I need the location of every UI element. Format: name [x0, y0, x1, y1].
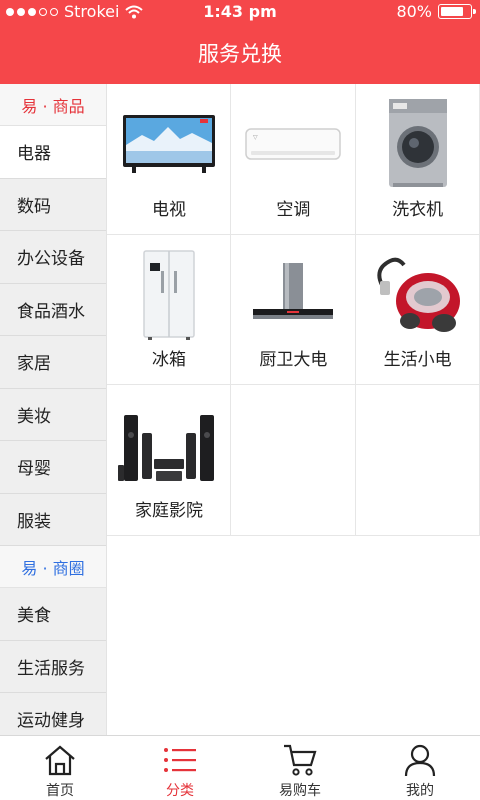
category-sidebar: 易 · 商品 电器 数码 办公设备 食品酒水 家居 美妆 母婴 服装易 · 商圈 美食 生活服务 运动…: [0, 84, 107, 746]
tab-label: 首页: [46, 783, 74, 799]
tab-user[interactable]: 我的: [360, 736, 480, 800]
user-icon: [403, 742, 437, 778]
tab-category-list[interactable]: 分类: [120, 736, 240, 800]
sidebar-item[interactable]: 美食: [0, 588, 106, 641]
empty-cell: [231, 385, 356, 537]
sidebar-item[interactable]: 数码: [0, 179, 106, 231]
home-icon: [43, 742, 77, 778]
product-label: 厨卫大电: [259, 350, 328, 371]
washing-machine-icon: [356, 94, 480, 194]
product-label: 冰箱: [152, 350, 186, 371]
tab-label: 分类: [166, 783, 194, 799]
category-list-icon: [163, 742, 197, 778]
product-cell[interactable]: 洗衣机: [355, 84, 480, 235]
product-label: 洗衣机: [392, 199, 444, 220]
status-bar: Strokei 1:43 pm 80%: [0, 0, 480, 24]
product-label: 家庭影院: [135, 501, 203, 522]
range-hood-icon: [231, 245, 355, 345]
product-cell[interactable]: 家庭影院: [107, 385, 232, 537]
product-grid: 电视 ▽ 空调 洗衣机 冰箱 厨卫大电 生活小电 家庭影院: [107, 84, 480, 537]
sidebar-section-header: 易 · 商圈: [0, 546, 106, 588]
sidebar-item[interactable]: 家居: [0, 336, 106, 389]
sidebar-item[interactable]: 办公设备: [0, 231, 106, 284]
empty-cell: [355, 385, 480, 537]
battery-percent: 80%: [396, 2, 432, 21]
product-label: 生活小电: [383, 350, 452, 371]
status-right: 80%: [396, 2, 476, 21]
sidebar-item[interactable]: 母婴: [0, 441, 106, 494]
product-cell[interactable]: ▽ 空调: [231, 84, 356, 235]
product-cell[interactable]: 生活小电: [355, 234, 480, 386]
svg-text:▽: ▽: [253, 134, 258, 141]
sidebar-item[interactable]: 食品酒水: [0, 284, 106, 336]
tab-label: 我的: [406, 783, 434, 799]
refrigerator-icon: [107, 245, 231, 345]
sidebar-item[interactable]: 生活服务: [0, 641, 106, 693]
product-cell[interactable]: 厨卫大电: [231, 234, 356, 386]
top-bar: Strokei 1:43 pm 80% 服务兑换: [0, 0, 480, 84]
home-theater-icon: [107, 395, 231, 495]
sidebar-section-header: 易 · 商品: [0, 84, 106, 126]
vacuum-cleaner-icon: [356, 245, 480, 345]
tab-home[interactable]: 首页: [0, 736, 120, 800]
app: { "status_bar": { "carrier": "Strokei", …: [0, 0, 480, 800]
product-cell[interactable]: 冰箱: [107, 234, 232, 386]
tab-shopping-cart[interactable]: 易购车: [240, 736, 360, 800]
battery-icon: [438, 4, 476, 19]
product-cell[interactable]: 电视: [107, 84, 232, 235]
product-label: 空调: [276, 199, 311, 220]
tab-label: 易购车: [279, 783, 321, 799]
bottom-nav: 首页 分类 易购车 我的: [0, 735, 480, 800]
product-label: 电视: [152, 199, 186, 220]
sidebar-item[interactable]: 服装: [0, 494, 106, 546]
sidebar-item[interactable]: 美妆: [0, 389, 106, 441]
air-conditioner-icon: ▽: [231, 94, 355, 194]
sidebar-item[interactable]: 电器: [0, 126, 106, 179]
page-title: 服务兑换: [198, 42, 282, 66]
tv-icon: [107, 94, 231, 194]
shopping-cart-icon: [282, 742, 318, 778]
